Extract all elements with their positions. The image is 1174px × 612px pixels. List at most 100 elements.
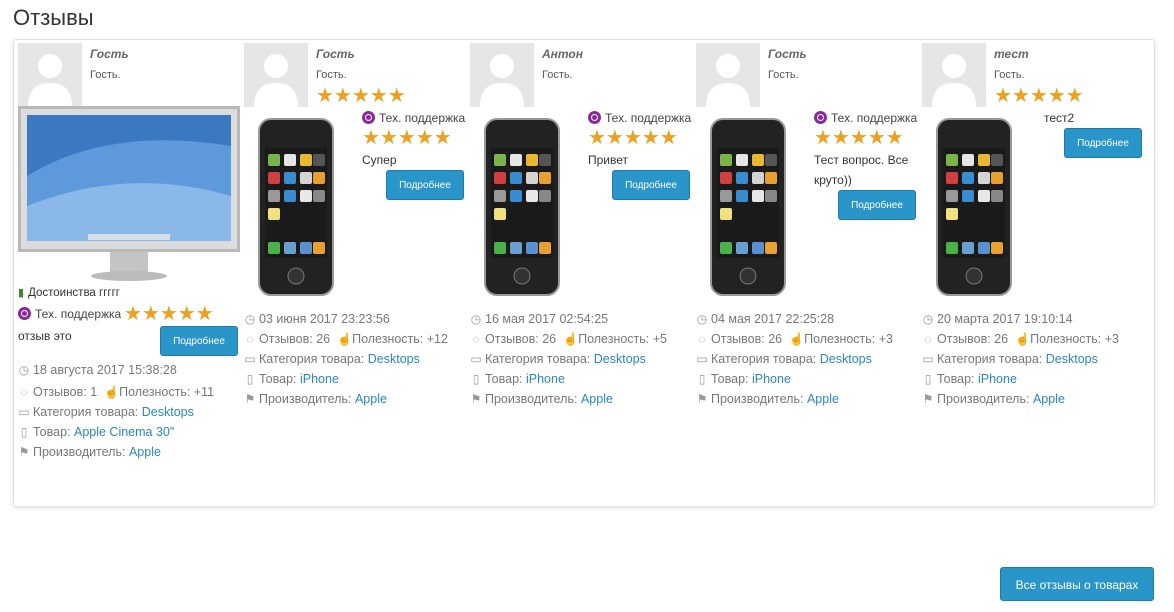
product-image-phone[interactable] [484, 118, 560, 299]
review-author: Гость [316, 47, 355, 61]
support-label: Тех. поддержка [814, 111, 917, 125]
category-link[interactable]: Desktops [594, 352, 646, 366]
review-card: Гость Гость. Тех. поддержка ★★★★★ Тест в… [692, 40, 917, 506]
review-manufacturer: ⚑ Производитель: Apple [18, 442, 161, 462]
review-pros: ▮ Достоинства ггггг [18, 286, 120, 299]
support-label: Тех. поддержка [18, 307, 121, 321]
manufacturer-link[interactable]: Apple [1033, 392, 1065, 406]
review-category: ▭ Категория товара: Desktops [470, 349, 646, 369]
category-link[interactable]: Desktops [142, 405, 194, 419]
support-label: Тех. поддержка [588, 111, 691, 125]
file-icon: ▯ [246, 372, 254, 386]
thumbs-up-icon: ▮ [18, 287, 25, 299]
product-link[interactable]: Apple Cinema 30" [74, 425, 174, 439]
support-label: Тех. поддержка [362, 111, 465, 125]
review-date: ◷ 03 июня 2017 23:23:56 [244, 309, 390, 329]
category-link[interactable]: Desktops [820, 352, 872, 366]
flag-icon: ⚑ [244, 392, 256, 406]
rating-stars: ★★★★★ [316, 85, 406, 107]
flag-icon: ⚑ [470, 392, 482, 406]
more-button[interactable]: Подробнее [1064, 128, 1142, 158]
gear-icon [814, 111, 827, 124]
review-date: ◷ 16 мая 2017 02:54:25 [470, 309, 608, 329]
file-icon: ▯ [698, 372, 706, 386]
thumbs-up-icon: ☝ [337, 332, 353, 346]
more-button[interactable]: Подробнее [838, 190, 916, 220]
clock-icon: ◷ [696, 312, 708, 326]
clock-icon: ◷ [244, 312, 256, 326]
review-author-role: Гость. [994, 69, 1025, 81]
comment-icon: ◌ [698, 332, 706, 346]
review-manufacturer: ⚑ Производитель: Apple [922, 389, 1065, 409]
product-link[interactable]: iPhone [526, 372, 565, 386]
clock-icon: ◷ [470, 312, 482, 326]
review-author: Антон [542, 47, 584, 61]
more-button[interactable]: Подробнее [386, 170, 464, 200]
thumbs-up-icon: ☝ [1015, 332, 1031, 346]
clock-icon: ◷ [18, 363, 30, 377]
review-counts: ◌ Отзывов: 26 ☝Полезность: +12 [244, 329, 448, 349]
rating-stars: ★★★★★ [994, 85, 1084, 107]
reviews-carousel: Гость Гость. ▮ Достоинства ггггг Тех. под… [13, 39, 1155, 507]
review-product: ▯ Товар: iPhone [470, 369, 565, 389]
file-icon: ▯ [20, 425, 28, 439]
manufacturer-link[interactable]: Apple [807, 392, 839, 406]
product-image-phone[interactable] [936, 118, 1012, 299]
product-link[interactable]: iPhone [978, 372, 1017, 386]
support-label-text: Тех. поддержка [605, 111, 692, 125]
category-link[interactable]: Desktops [368, 352, 420, 366]
support-label-text: Тех. поддержка [379, 111, 466, 125]
thumbs-up-icon: ☝ [104, 385, 120, 399]
support-label-text: Тех. поддержка [35, 307, 122, 321]
comment-icon: ◌ [924, 332, 932, 346]
flag-icon: ⚑ [18, 445, 30, 459]
manufacturer-link[interactable]: Apple [581, 392, 613, 406]
review-category: ▭ Категория товара: Desktops [922, 349, 1098, 369]
flag-icon: ⚑ [696, 392, 708, 406]
review-author-role: Гость. [542, 69, 573, 81]
avatar [696, 43, 760, 107]
manufacturer-link[interactable]: Apple [355, 392, 387, 406]
clock-icon: ◷ [922, 312, 934, 326]
product-image-phone[interactable] [258, 118, 334, 299]
avatar [922, 43, 986, 107]
review-author-role: Гость. [316, 69, 347, 81]
product-image-monitor[interactable] [18, 106, 240, 285]
review-category: ▭ Категория товара: Desktops [18, 402, 194, 422]
review-card: Антон Гость. Тех. поддержка ★★★★★ Привет… [466, 40, 691, 506]
more-button[interactable]: Подробнее [160, 326, 238, 356]
review-card: тест Гость. ★★★★★ тест2 Подробнее ◷ 20 ма… [918, 40, 1142, 506]
file-icon: ▯ [472, 372, 480, 386]
file-icon: ▯ [924, 372, 932, 386]
review-author-role: Гость. [90, 69, 121, 81]
review-date: ◷ 18 августа 2017 15:38:28 [18, 360, 177, 380]
product-link[interactable]: iPhone [300, 372, 339, 386]
support-answer: Привет [588, 153, 629, 167]
review-counts: ◌ Отзывов: 26 ☝Полезность: +5 [470, 329, 667, 349]
review-card: Гость Гость. ★★★★★ Тех. поддержка ★★★★★ … [240, 40, 465, 506]
avatar [244, 43, 308, 107]
support-label-text: Тех. поддержка [831, 111, 918, 125]
review-product: ▯ Товар: iPhone [696, 369, 791, 389]
review-product: ▯ Товар: iPhone [922, 369, 1017, 389]
review-author: Гость [90, 47, 129, 61]
product-link[interactable]: iPhone [752, 372, 791, 386]
review-manufacturer: ⚑ Производитель: Apple [470, 389, 613, 409]
gear-icon [588, 111, 601, 124]
category-link[interactable]: Desktops [1046, 352, 1098, 366]
more-button[interactable]: Подробнее [612, 170, 690, 200]
all-reviews-button[interactable]: Все отзывы о товарах [1000, 567, 1154, 601]
review-pros-text: Достоинства ггггг [28, 287, 120, 299]
thumbs-up-icon: ☝ [789, 332, 805, 346]
review-product: ▯ Товар: iPhone [244, 369, 339, 389]
support-rating-stars: ★★★★★ [814, 127, 904, 149]
product-image-phone[interactable] [710, 118, 786, 299]
comment-icon: ◌ [472, 332, 480, 346]
review-product: ▯ Товар: Apple Cinema 30" [18, 422, 175, 442]
review-counts: ◌ Отзывов: 1 ☝Полезность: +11 [18, 382, 214, 402]
review-counts: ◌ Отзывов: 26 ☝Полезность: +3 [922, 329, 1119, 349]
manufacturer-link[interactable]: Apple [129, 445, 161, 459]
folder-icon: ▭ [18, 405, 30, 419]
review-author-role: Гость. [768, 69, 799, 81]
comment-icon: ◌ [20, 385, 28, 399]
